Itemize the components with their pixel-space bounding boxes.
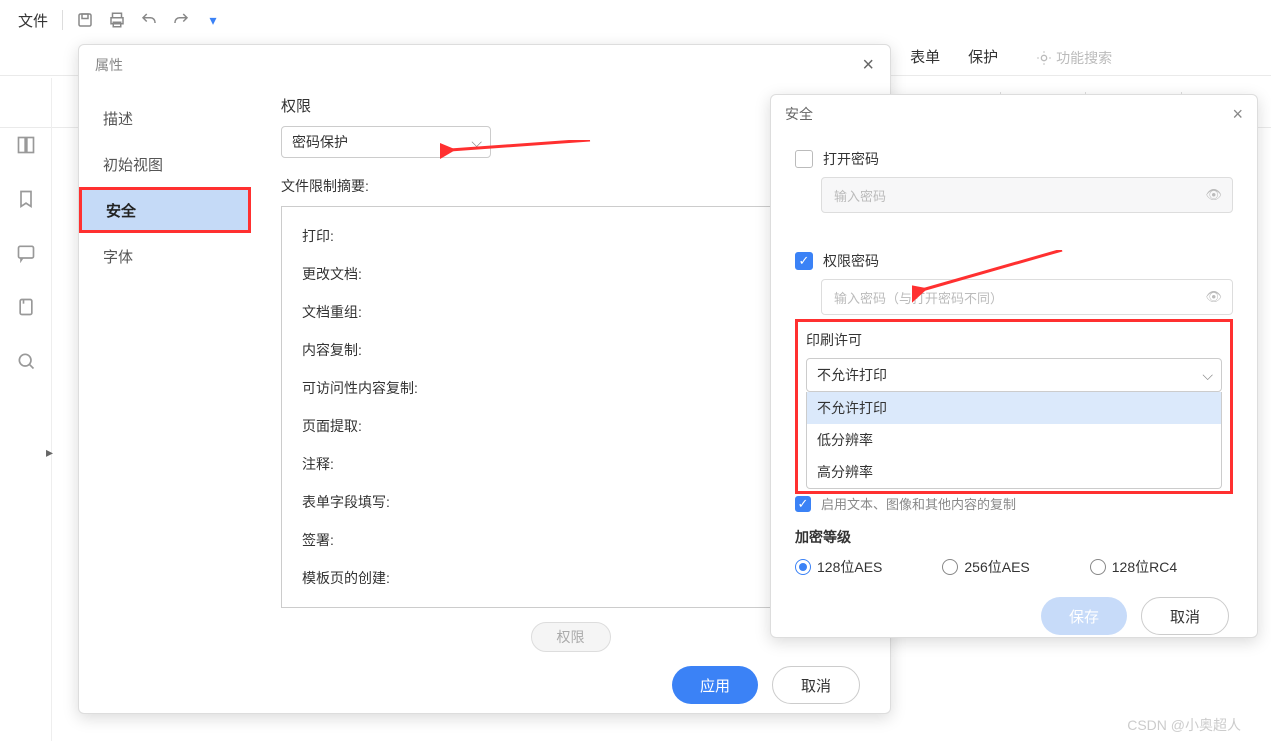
function-search[interactable]: 功能搜索 <box>1036 48 1112 68</box>
eye-icon[interactable]: 👁 <box>1205 289 1222 305</box>
table-row: 可访问性内容复制:允许 <box>302 369 839 407</box>
cancel-button[interactable]: 取消 <box>772 666 860 704</box>
dropdown-option-low-res[interactable]: 低分辨率 <box>807 424 1221 456</box>
properties-title: 属性 <box>95 55 123 75</box>
nav-security[interactable]: 安全 <box>79 187 251 233</box>
table-row: 表单字段填写:允许 <box>302 483 839 521</box>
print-permission-label: 印刷许可 <box>806 330 1222 350</box>
close-icon[interactable]: × <box>862 54 874 77</box>
security-dialog-title: 安全 <box>785 104 813 124</box>
dropdown-option-high-res[interactable]: 高分辨率 <box>807 456 1221 488</box>
table-row: 更改文档:允许 <box>302 255 839 293</box>
bookmark-icon[interactable] <box>11 184 41 214</box>
divider <box>62 10 63 30</box>
radio-aes128[interactable]: 128位AES <box>795 557 882 577</box>
protection-method-select[interactable]: 密码保护 ⌵ <box>281 126 491 158</box>
save-button[interactable]: 保存 <box>1041 597 1127 635</box>
dropdown-icon[interactable]: ▾ <box>201 8 225 32</box>
dropdown-option-no-print[interactable]: 不允许打印 <box>807 392 1221 424</box>
print-icon[interactable] <box>105 8 129 32</box>
nav-initial-view[interactable]: 初始视图 <box>79 141 251 187</box>
security-dialog: 安全 × 打开密码 输入密码 👁 ✓ 权限密码 输入密码（与打开密码不同） 👁 … <box>770 94 1258 638</box>
enable-copy-label: 启用文本、图像和其他内容的复制 <box>821 494 1016 513</box>
placeholder: 输入密码 <box>834 186 886 205</box>
table-row: 页面提取:允许 <box>302 407 839 445</box>
comment-icon[interactable] <box>11 238 41 268</box>
enable-copy-checkbox[interactable]: ✓ <box>795 496 811 512</box>
table-row: 模板页的创建:允许 <box>302 559 839 597</box>
table-row: 文档重组:允许 <box>302 293 839 331</box>
permission-button[interactable]: 权限 <box>531 622 611 652</box>
table-row: 注释:允许 <box>302 445 839 483</box>
encryption-level-title: 加密等级 <box>795 527 1233 547</box>
table-row: 签署:允许 <box>302 521 839 559</box>
nav-fonts[interactable]: 字体 <box>79 233 251 279</box>
select-value: 不允许打印 <box>817 365 887 385</box>
open-password-checkbox[interactable] <box>795 150 813 168</box>
permission-password-label: 权限密码 <box>823 251 879 271</box>
cancel-button[interactable]: 取消 <box>1141 597 1229 635</box>
undo-icon[interactable] <box>137 8 161 32</box>
radio-aes256[interactable]: 256位AES <box>942 557 1029 577</box>
func-search-label: 功能搜索 <box>1056 48 1112 68</box>
close-icon[interactable]: × <box>1232 104 1243 125</box>
permission-password-checkbox[interactable]: ✓ <box>795 252 813 270</box>
open-password-label: 打开密码 <box>823 149 879 169</box>
radio-rc4128[interactable]: 128位RC4 <box>1090 557 1177 577</box>
watermark: CSDN @小奥超人 <box>1127 715 1241 735</box>
thumbnails-icon[interactable] <box>11 130 41 160</box>
placeholder: 输入密码（与打开密码不同） <box>834 288 1003 307</box>
eye-icon: 👁 <box>1205 187 1222 203</box>
table-row: 打印:允许 <box>302 217 839 255</box>
save-icon[interactable] <box>73 8 97 32</box>
sidebar-expander-icon[interactable]: ▸ <box>46 444 53 461</box>
nav-description[interactable]: 描述 <box>79 95 251 141</box>
apply-button[interactable]: 应用 <box>672 666 758 704</box>
tab-protect[interactable]: 保护 <box>954 40 1012 76</box>
select-value: 密码保护 <box>292 132 348 152</box>
chevron-down-icon: ⌵ <box>1202 367 1213 384</box>
table-row: 内容复制:允许 <box>302 331 839 369</box>
tab-form[interactable]: 表单 <box>896 40 954 76</box>
print-permission-dropdown: 不允许打印 低分辨率 高分辨率 <box>806 392 1222 489</box>
redo-icon[interactable] <box>169 8 193 32</box>
print-permission-select[interactable]: 不允许打印 ⌵ <box>806 358 1222 392</box>
attachment-icon[interactable] <box>11 292 41 322</box>
chevron-down-icon: ⌵ <box>471 134 482 151</box>
permission-password-input[interactable]: 输入密码（与打开密码不同） 👁 <box>821 279 1233 315</box>
file-menu[interactable]: 文件 <box>10 6 56 35</box>
search-panel-icon[interactable] <box>11 346 41 376</box>
open-password-input: 输入密码 👁 <box>821 177 1233 213</box>
